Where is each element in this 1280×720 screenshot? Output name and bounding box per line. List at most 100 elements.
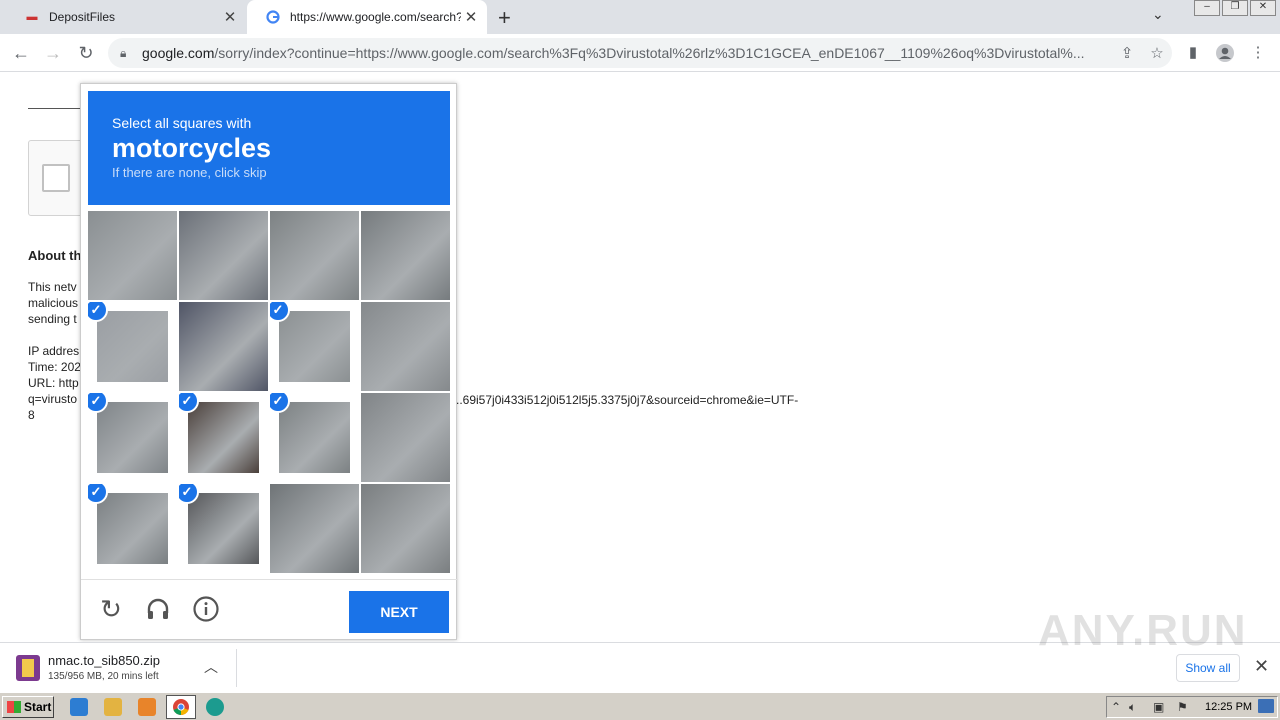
download-status: 135/956 MB, 20 mins left xyxy=(48,671,159,682)
image-tile[interactable] xyxy=(179,211,268,300)
image-tile[interactable] xyxy=(270,211,359,300)
reload-challenge-icon[interactable]: ↻ xyxy=(96,594,126,624)
lock-icon: 🔒︎ xyxy=(120,45,127,60)
system-tray: ⌃ 🔈︎ ▣ ⚑ 12:25 PM xyxy=(1106,696,1278,718)
audio-headphones-icon[interactable] xyxy=(143,594,173,624)
anyrun-watermark: ANY.RUN xyxy=(1038,606,1248,655)
tile-image xyxy=(188,493,259,564)
ie-icon[interactable] xyxy=(70,698,88,716)
tab-title: https://www.google.com/search?q= xyxy=(290,10,461,24)
image-tile[interactable] xyxy=(361,393,450,482)
tile-image xyxy=(97,311,168,382)
image-tile[interactable] xyxy=(88,211,177,300)
address-url: google.com/sorry/index?continue=https://… xyxy=(142,45,1112,61)
divider xyxy=(28,108,88,109)
url-path: /sorry/index?continue=https://www.google… xyxy=(214,45,1085,61)
query-line-end: 8 xyxy=(28,408,35,422)
tile-image xyxy=(270,211,359,300)
windows-taskbar: Start ⌃ 🔈︎ ▣ ⚑ 12:25 PM xyxy=(0,692,1280,720)
tile-image xyxy=(188,402,259,473)
tile-image xyxy=(279,311,350,382)
image-tile[interactable]: ✓ xyxy=(179,484,268,573)
network-icon[interactable]: ▣ xyxy=(1153,700,1164,714)
tile-image xyxy=(361,393,450,482)
explorer-folder-icon[interactable] xyxy=(104,698,122,716)
menu-kebab-icon[interactable]: ⋮ xyxy=(1245,40,1271,66)
image-tile[interactable] xyxy=(179,302,268,391)
tile-image xyxy=(97,402,168,473)
action-center-flag-icon[interactable]: ⚑ xyxy=(1177,700,1188,714)
image-tile[interactable]: ✓ xyxy=(270,302,359,391)
image-tile[interactable] xyxy=(361,211,450,300)
show-desktop-icon[interactable] xyxy=(1258,699,1274,713)
recaptcha-checkbox-box[interactable] xyxy=(28,140,88,216)
tile-image xyxy=(361,211,450,300)
image-tile[interactable]: ✓ xyxy=(179,393,268,482)
time-line: Time: 202 xyxy=(28,360,81,374)
restore-icon[interactable]: ❐ xyxy=(1222,0,1248,16)
divider xyxy=(236,649,237,687)
close-download-bar-icon[interactable]: ✕ xyxy=(1254,656,1269,677)
clock[interactable]: 12:25 PM xyxy=(1205,701,1252,713)
tab-close-icon[interactable]: ✕ xyxy=(220,8,240,26)
chevron-up-icon[interactable]: ︿ xyxy=(204,657,218,677)
image-tile[interactable]: ✓ xyxy=(88,484,177,573)
next-button[interactable]: NEXT xyxy=(349,591,449,633)
recaptcha-checkbox[interactable] xyxy=(42,164,70,192)
screen: ▬ DepositFiles ✕ https://www.google.com/… xyxy=(0,0,1280,720)
address-bar[interactable]: 🔒︎ google.com/sorry/index?continue=https… xyxy=(108,38,1172,68)
image-tile[interactable]: ✓ xyxy=(88,393,177,482)
download-filename[interactable]: nmac.to_sib850.zip xyxy=(48,653,160,668)
para-line: sending t xyxy=(28,312,77,326)
depositfiles-favicon-icon: ▬ xyxy=(26,11,38,23)
side-panel-icon[interactable]: ▮ xyxy=(1180,40,1206,66)
image-tile[interactable] xyxy=(361,302,450,391)
volume-icon[interactable]: 🔈︎ xyxy=(1129,700,1136,715)
challenge-footer: ↻ NEXT xyxy=(81,579,458,641)
image-tile[interactable]: ✓ xyxy=(270,393,359,482)
tab-search-chevron-icon[interactable]: ⌄ xyxy=(1152,6,1164,23)
profile-avatar-icon[interactable] xyxy=(1212,40,1238,66)
start-button[interactable]: Start xyxy=(2,696,54,718)
challenge-instruction: Select all squares with xyxy=(112,115,252,131)
back-arrow-icon[interactable]: ← xyxy=(8,40,34,66)
window-controls: – ❐ ✕ xyxy=(1192,0,1276,18)
bookmark-star-icon[interactable]: ☆ xyxy=(1142,44,1172,62)
query-line-tail: ..69i57j0i433i512j0i512l5j5.3375j0j7&sou… xyxy=(456,393,799,407)
tab-google-search[interactable]: https://www.google.com/search?q= ✕ xyxy=(247,0,487,34)
edge-icon[interactable] xyxy=(206,698,224,716)
forward-arrow-icon[interactable]: → xyxy=(40,40,66,66)
chrome-taskbar-button[interactable] xyxy=(166,695,196,719)
media-player-icon[interactable] xyxy=(138,698,156,716)
url-line: URL: http xyxy=(28,376,79,390)
image-tile[interactable] xyxy=(270,484,359,573)
tile-image xyxy=(179,302,268,391)
ip-line: IP addres xyxy=(28,344,80,358)
tile-image xyxy=(361,302,450,391)
tab-title: DepositFiles xyxy=(49,10,116,24)
tab-strip: ▬ DepositFiles ✕ https://www.google.com/… xyxy=(0,0,1280,34)
tile-image xyxy=(270,484,359,573)
show-all-button[interactable]: Show all xyxy=(1176,654,1240,682)
image-tile[interactable]: ✓ xyxy=(88,302,177,391)
tab-close-icon[interactable]: ✕ xyxy=(461,8,481,26)
reload-icon[interactable]: ↻ xyxy=(73,40,99,66)
winrar-archive-icon xyxy=(16,655,40,681)
share-icon[interactable]: ⇪ xyxy=(1112,44,1142,62)
new-tab-button[interactable]: + xyxy=(498,5,511,31)
challenge-hint: If there are none, click skip xyxy=(112,165,267,180)
info-icon[interactable] xyxy=(191,594,221,624)
para-line: This netv xyxy=(28,280,77,294)
close-window-icon[interactable]: ✕ xyxy=(1250,0,1276,16)
image-tile[interactable] xyxy=(361,484,450,573)
tab-depositfiles[interactable]: ▬ DepositFiles ✕ xyxy=(6,0,246,34)
recaptcha-challenge: Select all squares with motorcycles If t… xyxy=(80,83,458,641)
minimize-icon[interactable]: – xyxy=(1194,0,1220,16)
tile-image xyxy=(179,211,268,300)
query-line: q=virusto xyxy=(28,392,78,406)
url-host: google.com xyxy=(142,45,215,61)
challenge-target: motorcycles xyxy=(112,133,272,163)
tray-expand-icon[interactable]: ⌃ xyxy=(1111,700,1121,714)
tile-image xyxy=(361,484,450,573)
image-tile-grid: ✓ ✓ ✓ ✓ ✓ ✓ ✓ xyxy=(88,211,450,573)
